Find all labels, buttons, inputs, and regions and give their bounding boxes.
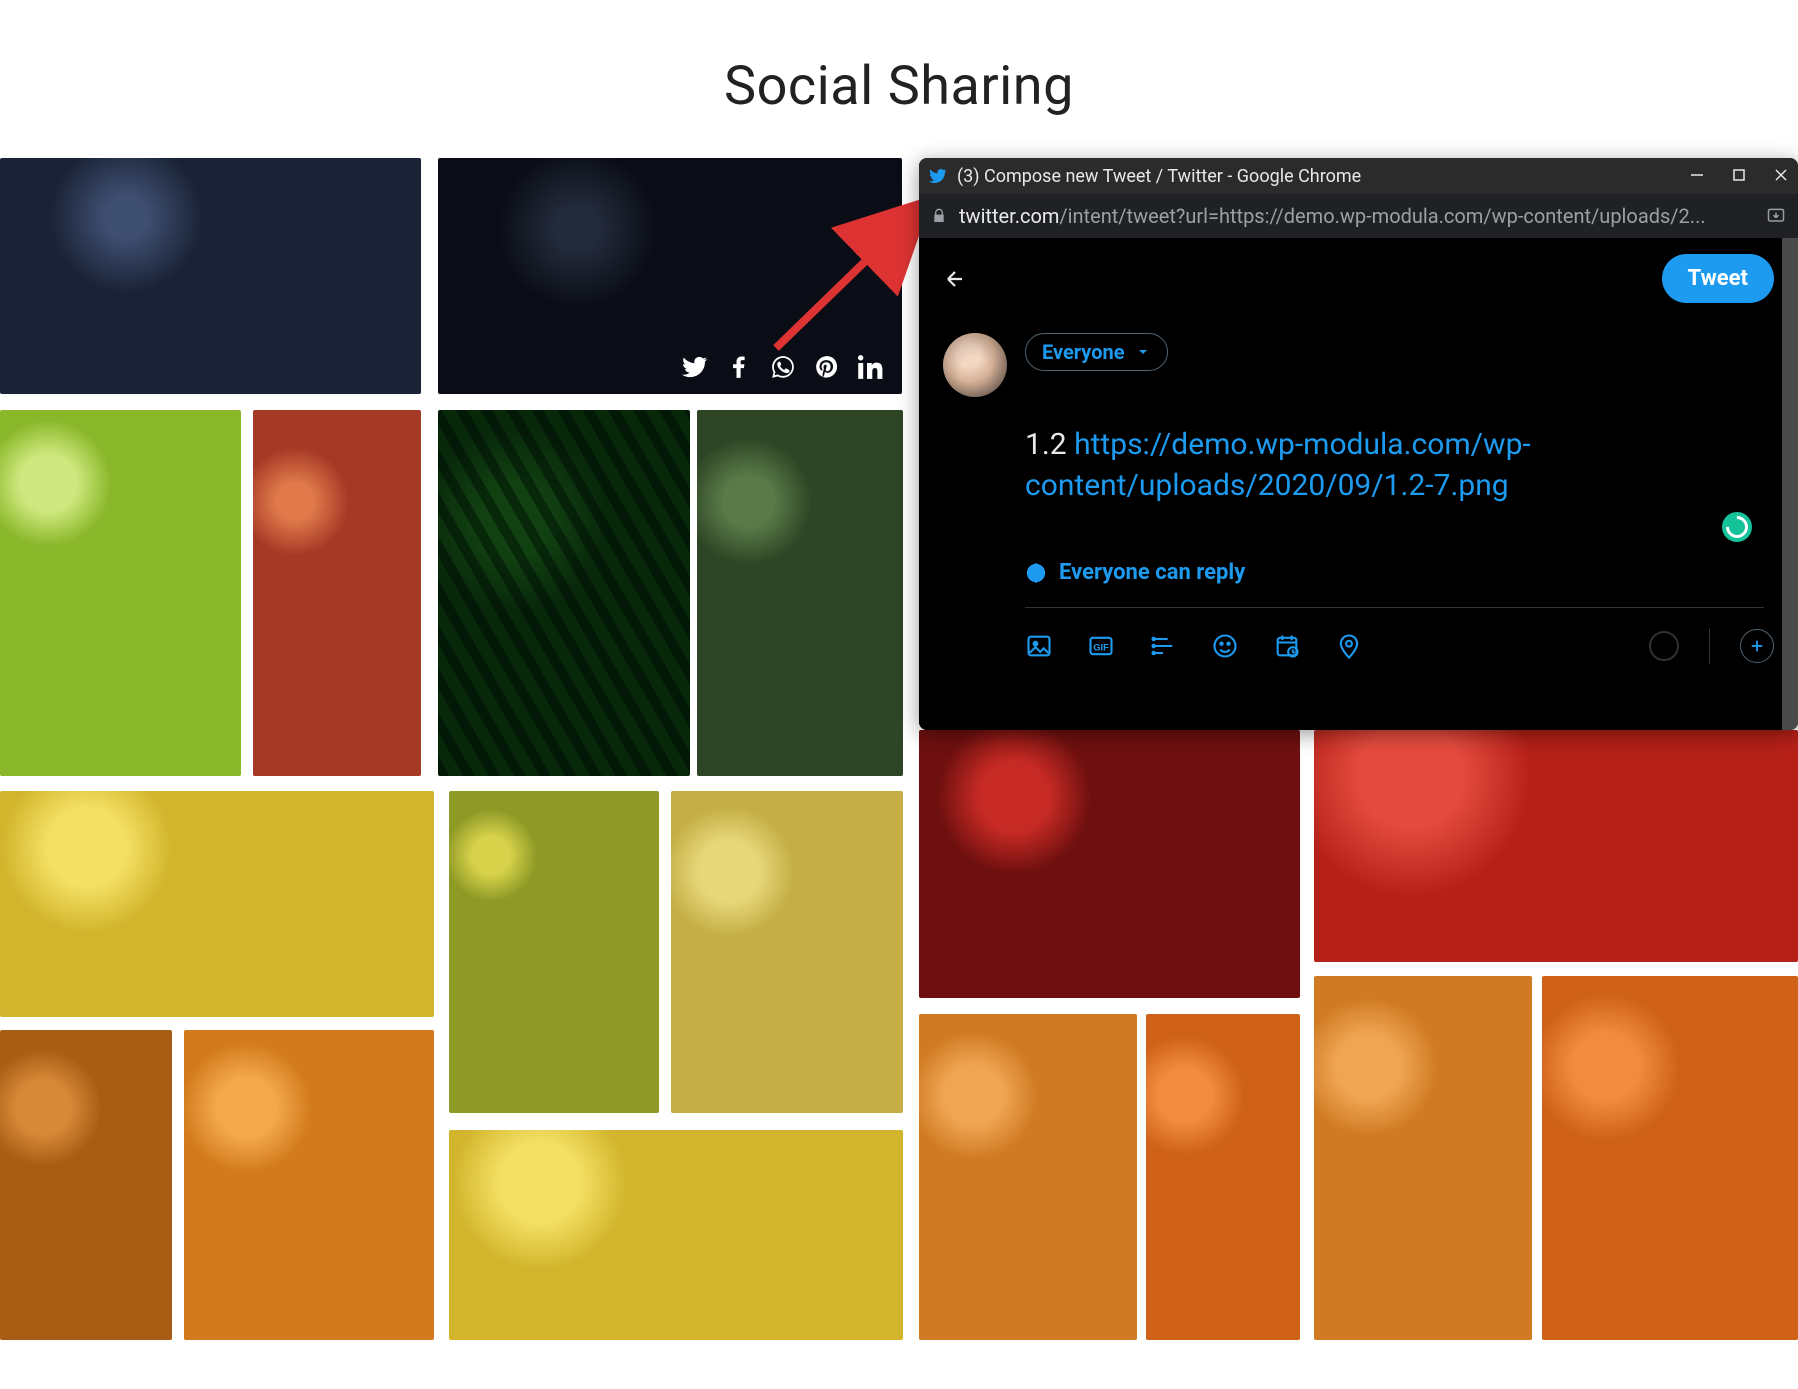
compose-toolbar: GIF: [1025, 628, 1774, 664]
twitter-compose-window: (3) Compose new Tweet / Twitter - Google…: [919, 158, 1798, 730]
gallery-tile[interactable]: [1314, 730, 1798, 962]
gallery-tile[interactable]: [0, 158, 421, 394]
add-thread-button[interactable]: [1740, 629, 1774, 663]
gallery-tile[interactable]: [438, 410, 690, 776]
gallery-tile[interactable]: [0, 791, 434, 1017]
gallery-tile[interactable]: [0, 1030, 172, 1340]
social-share-strip: [682, 354, 884, 380]
twitter-favicon-icon: [929, 167, 947, 185]
location-icon[interactable]: [1335, 632, 1363, 660]
divider: [1709, 628, 1710, 664]
globe-icon: [1025, 562, 1047, 584]
pinterest-icon[interactable]: [814, 354, 840, 380]
gallery-tile[interactable]: [438, 158, 902, 394]
svg-text:GIF: GIF: [1093, 643, 1109, 653]
schedule-icon[interactable]: [1273, 632, 1301, 660]
window-title: (3) Compose new Tweet / Twitter - Google…: [957, 166, 1361, 187]
compose-text-prefix: 1.2: [1025, 427, 1074, 462]
gallery-tile[interactable]: [1314, 976, 1532, 1340]
avatar[interactable]: [943, 333, 1007, 397]
back-button[interactable]: [943, 267, 967, 291]
gallery-tile[interactable]: [1146, 1014, 1300, 1340]
image-icon[interactable]: [1025, 632, 1053, 660]
gallery-tile[interactable]: [671, 791, 903, 1113]
gif-icon[interactable]: GIF: [1087, 632, 1115, 660]
tweet-button[interactable]: Tweet: [1662, 254, 1774, 303]
chevron-down-icon: [1135, 344, 1151, 360]
audience-label: Everyone: [1042, 340, 1125, 364]
linkedin-icon[interactable]: [858, 354, 884, 380]
install-app-icon[interactable]: [1766, 206, 1786, 226]
reply-settings[interactable]: Everyone can reply: [1025, 560, 1774, 585]
gallery-tile[interactable]: [919, 730, 1300, 998]
gallery-canvas: (3) Compose new Tweet / Twitter - Google…: [0, 158, 1798, 1338]
scrollbar[interactable]: [1782, 238, 1798, 730]
window-minimize-button[interactable]: [1690, 166, 1704, 187]
emoji-icon[interactable]: [1211, 632, 1239, 660]
gallery-tile[interactable]: [919, 1014, 1137, 1340]
compose-textarea[interactable]: 1.2 https://demo.wp-modula.com/wp-conten…: [1025, 425, 1774, 506]
gallery-tile[interactable]: [449, 791, 659, 1113]
reply-settings-label: Everyone can reply: [1059, 560, 1245, 585]
gallery-tile[interactable]: [253, 410, 421, 776]
compose-body: Tweet Everyone 1.2 https://demo.wp-modul…: [919, 238, 1798, 730]
character-count-circle: [1649, 631, 1679, 661]
address-bar[interactable]: twitter.com/intent/tweet?url=https://dem…: [919, 194, 1798, 238]
gallery-tile[interactable]: [184, 1030, 434, 1340]
facebook-icon[interactable]: [726, 354, 752, 380]
gallery-tile[interactable]: [0, 410, 241, 776]
grammarly-icon[interactable]: [1722, 512, 1752, 542]
window-maximize-button[interactable]: [1732, 166, 1746, 187]
poll-icon[interactable]: [1149, 632, 1177, 660]
gallery-tile[interactable]: [1542, 976, 1798, 1340]
lock-icon: [931, 208, 947, 224]
window-close-button[interactable]: [1774, 166, 1788, 187]
gallery-tile[interactable]: [697, 410, 903, 776]
window-titlebar: (3) Compose new Tweet / Twitter - Google…: [919, 158, 1798, 194]
divider: [1025, 607, 1764, 608]
page-title: Social Sharing: [0, 55, 1798, 118]
audience-selector[interactable]: Everyone: [1025, 333, 1168, 371]
twitter-icon[interactable]: [682, 354, 708, 380]
compose-text-link: https://demo.wp-modula.com/wp-content/up…: [1025, 427, 1531, 503]
plus-icon: [1748, 637, 1766, 655]
whatsapp-icon[interactable]: [770, 354, 796, 380]
url-text: twitter.com/intent/tweet?url=https://dem…: [959, 204, 1754, 228]
gallery-tile[interactable]: [449, 1130, 903, 1340]
